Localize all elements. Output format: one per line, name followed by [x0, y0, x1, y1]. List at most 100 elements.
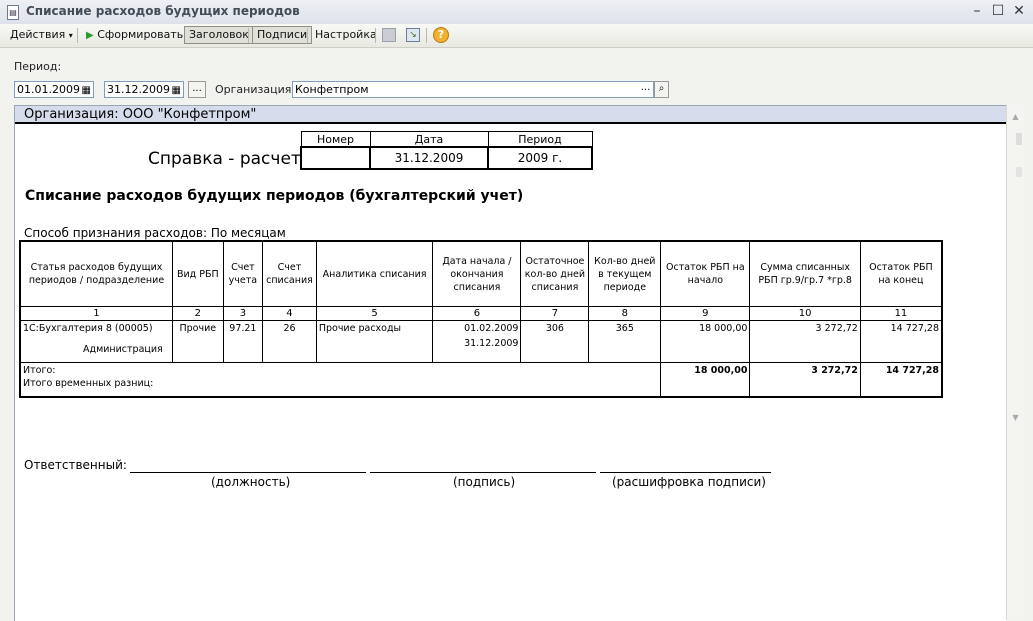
document-header-table: Номер Дата Период 31.12.2009 2009 г. — [300, 131, 593, 170]
column-number: 4 — [262, 306, 317, 321]
toolbar-separator — [77, 28, 78, 43]
days-left: 306 — [520, 320, 590, 363]
table-row: 1С:Бухгалтерия 8 (00005) Администрация П… — [19, 320, 943, 363]
expense-item-cell[interactable]: 1С:Бухгалтерия 8 (00005) Администрация — [19, 320, 173, 363]
period-select-button[interactable]: ... — [188, 81, 206, 98]
write-off-table: Статья расходов будущих периодов / подра… — [19, 240, 943, 398]
write-off-dates: 01.02.2009 31.12.2009 — [432, 320, 522, 363]
position-caption: (должность) — [211, 475, 291, 489]
maximize-icon[interactable]: ☐ — [989, 3, 1007, 20]
settings-button[interactable]: Настройка — [311, 26, 381, 44]
total-labels: Итого: Итого временных разниц: — [19, 362, 662, 397]
column-number: 7 — [520, 306, 590, 321]
export-icon[interactable]: ↘ — [406, 28, 420, 42]
report-sheet: Организация: ООО "Конфетпром" Справка - … — [14, 105, 1007, 621]
responsible-label: Ответственный: — [24, 458, 127, 472]
date-to-field[interactable]: 31.12.2009 ▦ — [104, 81, 184, 98]
total-amount: 3 272,72 — [749, 362, 861, 397]
toolbar-separator — [307, 28, 308, 43]
header-number-value — [300, 146, 371, 170]
column-header: Статья расходов будущих периодов / подра… — [19, 240, 173, 307]
recognition-method: Способ признания расходов: По месяцам — [24, 226, 286, 240]
column-header: Вид РБП — [171, 240, 224, 307]
scroll-thumb[interactable] — [1016, 133, 1022, 145]
written-off-amount: 3 272,72 — [749, 320, 861, 363]
minimize-icon[interactable]: – — [968, 3, 986, 20]
total-row: Итого: Итого временных разниц: 18 000,00… — [19, 362, 943, 397]
calendar-icon[interactable]: ▦ — [82, 83, 91, 98]
signature-caption: (подпись) — [453, 475, 516, 489]
close-icon[interactable]: ✕ — [1010, 3, 1028, 20]
column-header: Кол-во дней в текущем периоде — [588, 240, 662, 307]
organization-label: Организация: — [215, 83, 296, 96]
table-header-row: Статья расходов будущих периодов / подра… — [19, 240, 943, 307]
organization-select-button[interactable]: ... — [638, 81, 653, 98]
vertical-scrollbar[interactable]: ▲ ▼ — [1006, 105, 1024, 620]
actions-menu-button[interactable]: Действия ▾ — [6, 26, 77, 44]
date-end: 31.12.2009 — [464, 338, 519, 349]
header-toggle-button[interactable]: Заголовок — [184, 26, 254, 44]
column-number: 6 — [432, 306, 522, 321]
column-header: Сумма списанных РБП гр.9/гр.7 *гр.8 — [749, 240, 861, 307]
column-header: Счет списания — [262, 240, 317, 307]
toolbar-separator — [375, 28, 376, 43]
generate-button[interactable]: ▶ Сформировать — [82, 26, 187, 44]
date-from-field[interactable]: 01.01.2009 ▦ — [14, 81, 94, 98]
balance-end: 14 727,28 — [859, 320, 943, 363]
write-off-analytics: Прочие расходы — [315, 320, 434, 363]
document-title: Справка - расчет — [148, 149, 301, 169]
account: 97.21 — [222, 320, 264, 363]
column-number: 9 — [660, 306, 751, 321]
column-number: 11 — [859, 306, 943, 321]
header-period-value: 2009 г. — [487, 146, 593, 170]
column-header: Остаточное кол-во дней списания — [520, 240, 590, 307]
play-icon: ▶ — [86, 30, 94, 41]
organization-field[interactable]: Конфетпром — [292, 81, 654, 98]
days-in-period: 365 — [588, 320, 662, 363]
column-number: 1 — [19, 306, 173, 321]
scroll-marker — [1016, 167, 1022, 177]
write-off-account: 26 — [262, 320, 317, 363]
column-number: 8 — [588, 306, 662, 321]
chevron-down-icon: ▾ — [68, 31, 73, 40]
window-icon: ▤ — [7, 5, 19, 20]
scroll-up-icon[interactable]: ▲ — [1007, 109, 1024, 124]
position-line — [130, 472, 366, 473]
header-period-label: Период — [487, 131, 593, 148]
column-header: Остаток РБП на конец — [859, 240, 943, 307]
expense-item: 1С:Бухгалтерия 8 (00005) — [23, 323, 153, 334]
column-header: Аналитика списания — [315, 240, 434, 307]
scroll-down-icon[interactable]: ▼ — [1007, 410, 1024, 425]
date-start: 01.02.2009 — [464, 323, 519, 334]
header-date-label: Дата — [369, 131, 489, 148]
help-icon[interactable]: ? — [433, 27, 449, 43]
decoding-caption: (расшифровка подписи) — [612, 475, 766, 489]
total-label: Итого: — [23, 365, 56, 376]
organization-band: Организация: ООО "Конфетпром" — [15, 106, 1007, 124]
column-number: 10 — [749, 306, 861, 321]
signature-line — [370, 472, 596, 473]
header-number-label: Номер — [300, 131, 371, 148]
report-heading: Списание расходов будущих периодов (бухг… — [25, 188, 524, 204]
toolbar-separator — [426, 28, 427, 43]
search-icon[interactable]: ⌕ — [654, 81, 669, 98]
column-header: Счет учета — [222, 240, 264, 307]
signatures-toggle-button[interactable]: Подписи — [252, 26, 313, 44]
column-header: Дата начала / окончания списания — [432, 240, 522, 307]
title-bar: ▤ Списание расходов будущих периодов – ☐… — [0, 0, 1033, 25]
header-date-value: 31.12.2009 — [369, 146, 489, 170]
temp-diff-label: Итого временных разниц: — [23, 378, 154, 389]
toolbar: Действия ▾ ▶ Сформировать Заголовок Подп… — [0, 24, 1033, 48]
column-number: 5 — [315, 306, 434, 321]
column-number: 2 — [171, 306, 224, 321]
column-header: Остаток РБП на начало — [660, 240, 751, 307]
total-balance-end: 14 727,28 — [859, 362, 943, 397]
total-balance-start: 18 000,00 — [660, 362, 751, 397]
column-number-row: 1 2 3 4 5 6 7 8 9 10 11 — [19, 306, 943, 321]
toolbar-separator — [248, 28, 249, 43]
copy-icon[interactable] — [382, 28, 396, 42]
subdivision: Администрация — [83, 344, 163, 355]
calendar-icon[interactable]: ▦ — [172, 83, 181, 98]
balance-start: 18 000,00 — [660, 320, 751, 363]
window-title: Списание расходов будущих периодов — [26, 4, 300, 18]
